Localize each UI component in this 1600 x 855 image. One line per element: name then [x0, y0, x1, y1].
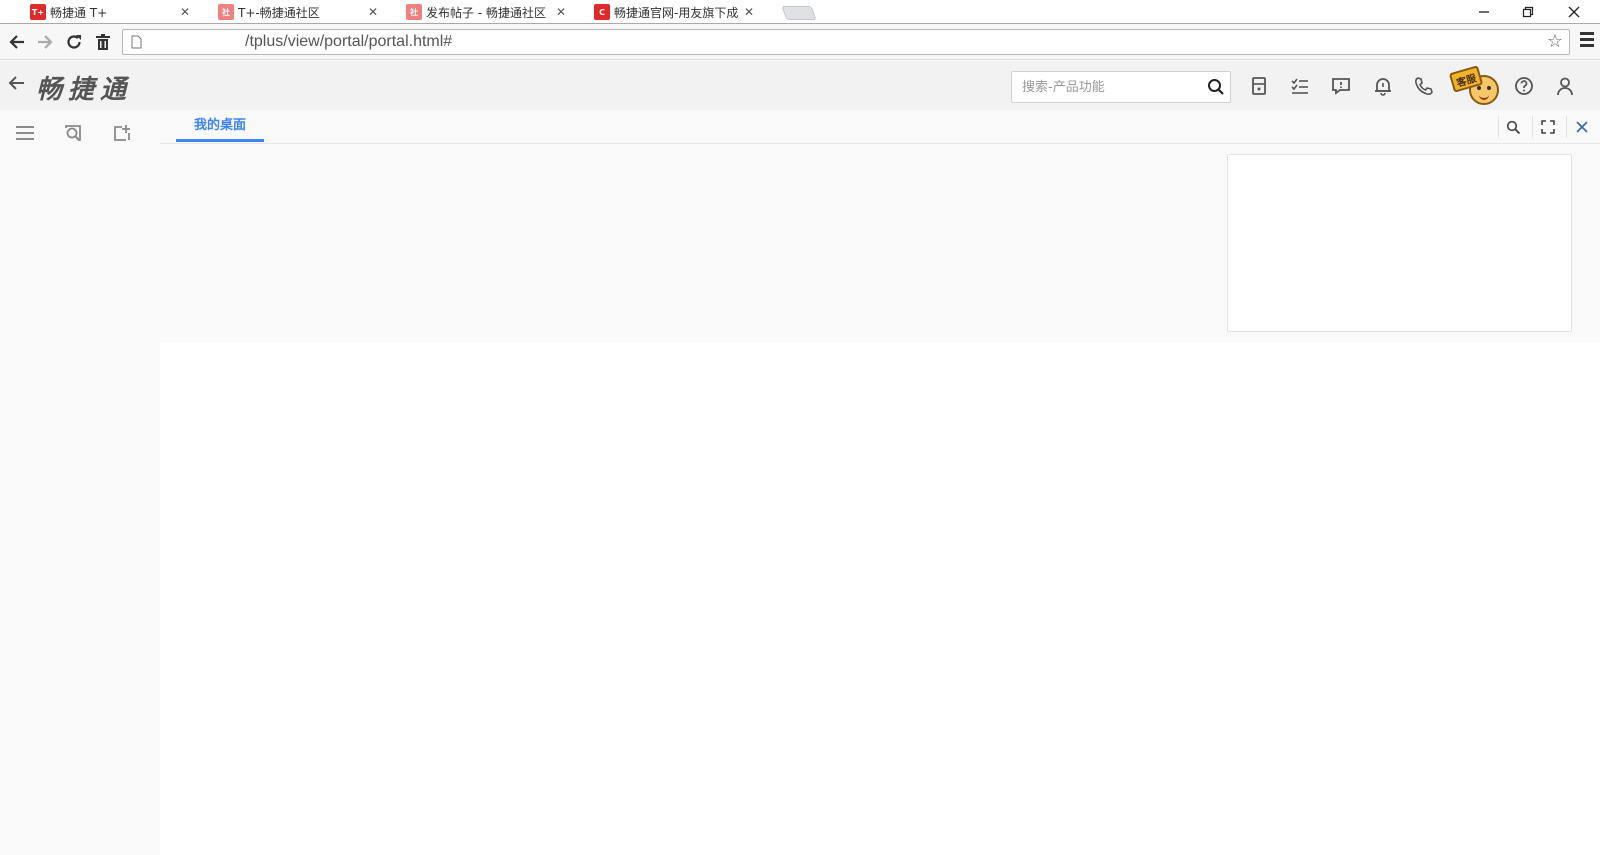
forward-arrow-icon[interactable]	[33, 30, 57, 54]
address-url[interactable]: /tplus/view/portal/portal.html#	[245, 33, 452, 51]
left-sidebar	[0, 110, 160, 855]
browser-tab-title: 畅捷通 T+	[50, 5, 108, 20]
desktop-widget-panel	[1227, 154, 1572, 332]
browser-toolbar: /tplus/view/portal/portal.html# ☆	[0, 24, 1600, 60]
browser-tab-title: 畅捷通官网-用友旗下成员	[614, 5, 738, 20]
browser-tab-strip: T+ 畅捷通 T+ ✕ 社 T+-畅捷通社区 ✕ 社 发布帖子 - 畅捷通社区 …	[0, 0, 1600, 24]
message-icon[interactable]	[1329, 74, 1353, 98]
close-icon[interactable]: ✕	[554, 5, 568, 19]
task-list-icon[interactable]	[1288, 74, 1312, 98]
workspace-tab-bar: 我的桌面	[160, 110, 1600, 144]
trash-icon[interactable]	[91, 30, 115, 54]
add-shortcut-icon[interactable]	[109, 120, 135, 146]
collapse-arrow-icon[interactable]	[6, 73, 26, 99]
tab-my-desktop[interactable]: 我的桌面	[176, 117, 264, 142]
address-bar[interactable]: /tplus/view/portal/portal.html# ☆	[122, 29, 1570, 55]
tab-search-icon[interactable]	[1498, 116, 1528, 138]
fullscreen-icon[interactable]	[1532, 116, 1562, 138]
close-tabs-icon[interactable]	[1566, 116, 1596, 138]
menu-icon[interactable]	[12, 120, 38, 146]
brand-logo: 畅捷通	[36, 75, 133, 105]
search-icon[interactable]	[1202, 78, 1230, 96]
browser-tab-title: T+-畅捷通社区	[238, 5, 320, 20]
browser-tab-community[interactable]: 社 T+-畅捷通社区 ✕	[198, 0, 388, 24]
back-arrow-icon[interactable]	[5, 30, 29, 54]
close-icon[interactable]: ✕	[178, 5, 192, 19]
customer-service-mascot[interactable]: 客服	[1447, 65, 1503, 107]
calculator-icon[interactable]	[1247, 74, 1271, 98]
minimize-icon[interactable]	[1462, 0, 1506, 24]
page-icon	[123, 35, 149, 49]
browser-tab-title: 发布帖子 - 畅捷通社区	[426, 5, 546, 20]
bookmark-star-icon[interactable]: ☆	[1547, 31, 1563, 52]
search-menu-icon[interactable]	[60, 120, 86, 146]
phone-icon[interactable]	[1412, 74, 1436, 98]
app-header: 畅捷通 客服	[0, 61, 1600, 110]
function-search-input[interactable]	[1012, 73, 1202, 101]
notification-bell-icon[interactable]	[1371, 74, 1395, 98]
restore-icon[interactable]	[1506, 0, 1550, 24]
function-search	[1011, 71, 1231, 103]
browser-tab-post[interactable]: 社 发布帖子 - 畅捷通社区 ✕	[386, 0, 576, 24]
help-icon[interactable]	[1512, 74, 1536, 98]
user-icon[interactable]	[1553, 74, 1577, 98]
chanjet-favicon-icon: C	[594, 4, 610, 20]
close-icon[interactable]: ✕	[742, 5, 756, 19]
community-favicon-icon: 社	[406, 4, 422, 20]
new-tab-button[interactable]	[781, 6, 817, 20]
browser-tab-tplus[interactable]: T+ 畅捷通 T+ ✕	[10, 0, 200, 24]
browser-menu-icon[interactable]	[1580, 32, 1594, 50]
close-icon[interactable]: ✕	[366, 5, 380, 19]
tplus-favicon-icon: T+	[30, 4, 46, 20]
window-close-icon[interactable]	[1552, 0, 1596, 24]
browser-tab-chanjet[interactable]: C 畅捷通官网-用友旗下成员 ✕	[574, 0, 764, 24]
community-favicon-icon: 社	[218, 4, 234, 20]
reload-icon[interactable]	[62, 30, 86, 54]
main-content	[160, 342, 1600, 855]
